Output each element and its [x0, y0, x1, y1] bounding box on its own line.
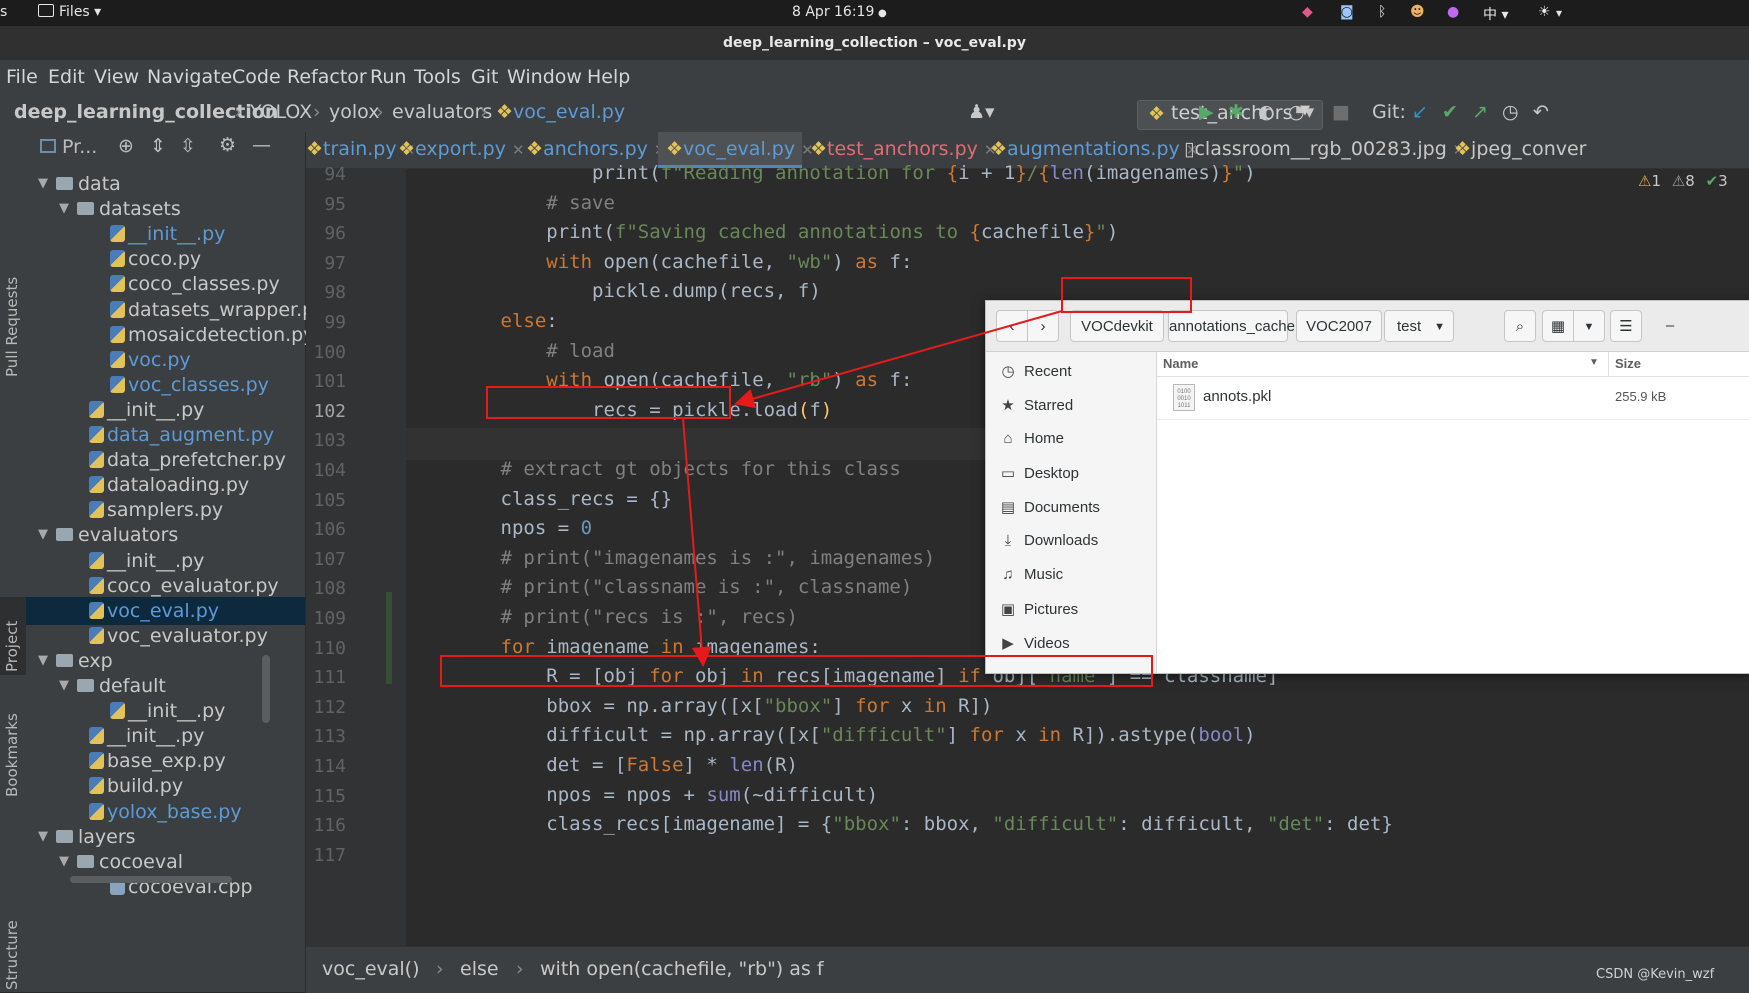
- arrow-load-to-recs: [682, 417, 712, 667]
- annotation-arrows: [682, 310, 1063, 667]
- arrow-cache-to-load: [734, 310, 1063, 409]
